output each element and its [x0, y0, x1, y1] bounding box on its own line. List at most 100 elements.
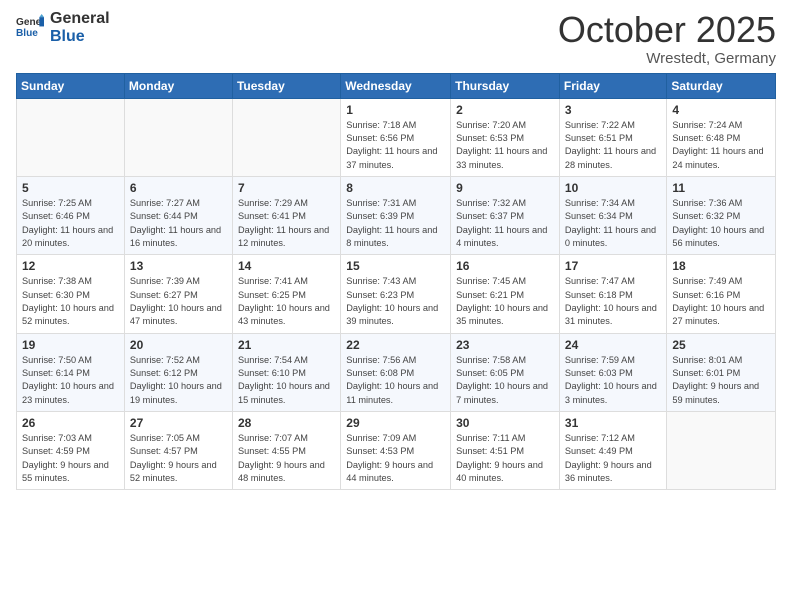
day-info: Sunrise: 7:31 AM Sunset: 6:39 PM Dayligh…	[346, 197, 445, 250]
calendar-day-cell: 28 Sunrise: 7:07 AM Sunset: 4:55 PM Dayli…	[232, 412, 340, 490]
calendar-day-cell: 9Sunrise: 7:32 AM Sunset: 6:37 PM Daylig…	[451, 176, 560, 254]
day-info: Sunrise: 7:38 AM Sunset: 6:30 PM Dayligh…	[22, 275, 119, 328]
col-wednesday: Wednesday	[341, 73, 451, 98]
day-number: 31	[565, 416, 661, 430]
day-info: Sunrise: 7:05 AM Sunset: 4:57 PM Dayligh…	[130, 432, 227, 485]
logo: General Blue General Blue	[16, 10, 110, 45]
calendar-week-row: 19 Sunrise: 7:50 AM Sunset: 6:14 PM Dayli…	[17, 333, 776, 411]
col-monday: Monday	[124, 73, 232, 98]
day-info: Sunrise: 7:59 AM Sunset: 6:03 PM Dayligh…	[565, 354, 661, 407]
day-info: Sunrise: 7:45 AM Sunset: 6:21 PM Dayligh…	[456, 275, 554, 328]
day-info: Sunrise: 7:49 AM Sunset: 6:16 PM Dayligh…	[672, 275, 770, 328]
day-info: Sunrise: 7:29 AM Sunset: 6:41 PM Dayligh…	[238, 197, 335, 250]
logo-icon: General Blue	[16, 14, 44, 42]
svg-text:Blue: Blue	[16, 27, 38, 38]
day-number: 4	[672, 103, 770, 117]
calendar-day-cell: 6 Sunrise: 7:27 AM Sunset: 6:44 PM Daylig…	[124, 176, 232, 254]
day-number: 30	[456, 416, 554, 430]
day-number: 11	[672, 181, 770, 195]
day-number: 16	[456, 259, 554, 273]
logo-blue-text: Blue	[50, 28, 110, 46]
day-number: 6	[130, 181, 227, 195]
calendar-week-row: 1Sunrise: 7:18 AM Sunset: 6:56 PM Daylig…	[17, 98, 776, 176]
calendar-week-row: 26Sunrise: 7:03 AM Sunset: 4:59 PM Dayli…	[17, 412, 776, 490]
day-number: 19	[22, 338, 119, 352]
calendar-day-cell	[232, 98, 340, 176]
day-number: 27	[130, 416, 227, 430]
col-tuesday: Tuesday	[232, 73, 340, 98]
calendar-day-cell: 13 Sunrise: 7:39 AM Sunset: 6:27 PM Dayli…	[124, 255, 232, 333]
calendar-day-cell: 7 Sunrise: 7:29 AM Sunset: 6:41 PM Daylig…	[232, 176, 340, 254]
page: General Blue General Blue October 2025 W…	[0, 0, 792, 612]
calendar-day-cell: 18 Sunrise: 7:49 AM Sunset: 6:16 PM Dayli…	[667, 255, 776, 333]
day-number: 15	[346, 259, 445, 273]
calendar-day-cell: 31 Sunrise: 7:12 AM Sunset: 4:49 PM Dayli…	[559, 412, 666, 490]
calendar-day-cell: 3Sunrise: 7:22 AM Sunset: 6:51 PM Daylig…	[559, 98, 666, 176]
day-number: 23	[456, 338, 554, 352]
day-info: Sunrise: 7:11 AM Sunset: 4:51 PM Dayligh…	[456, 432, 554, 485]
calendar-body: 1Sunrise: 7:18 AM Sunset: 6:56 PM Daylig…	[17, 98, 776, 490]
calendar-week-row: 5Sunrise: 7:25 AM Sunset: 6:46 PM Daylig…	[17, 176, 776, 254]
day-info: Sunrise: 7:12 AM Sunset: 4:49 PM Dayligh…	[565, 432, 661, 485]
day-number: 10	[565, 181, 661, 195]
day-number: 18	[672, 259, 770, 273]
col-friday: Friday	[559, 73, 666, 98]
day-number: 13	[130, 259, 227, 273]
calendar-week-row: 12Sunrise: 7:38 AM Sunset: 6:30 PM Dayli…	[17, 255, 776, 333]
day-number: 14	[238, 259, 335, 273]
calendar-day-cell: 5Sunrise: 7:25 AM Sunset: 6:46 PM Daylig…	[17, 176, 125, 254]
header: General Blue General Blue October 2025 W…	[16, 10, 776, 67]
calendar-day-cell: 23 Sunrise: 7:58 AM Sunset: 6:05 PM Dayli…	[451, 333, 560, 411]
day-number: 1	[346, 103, 445, 117]
day-info: Sunrise: 7:27 AM Sunset: 6:44 PM Dayligh…	[130, 197, 227, 250]
day-number: 24	[565, 338, 661, 352]
calendar-day-cell: 17Sunrise: 7:47 AM Sunset: 6:18 PM Dayli…	[559, 255, 666, 333]
day-number: 5	[22, 181, 119, 195]
day-info: Sunrise: 7:39 AM Sunset: 6:27 PM Dayligh…	[130, 275, 227, 328]
calendar-day-cell: 11 Sunrise: 7:36 AM Sunset: 6:32 PM Dayli…	[667, 176, 776, 254]
title-block: October 2025 Wrestedt, Germany	[558, 10, 776, 67]
calendar-header-row: Sunday Monday Tuesday Wednesday Thursday…	[17, 73, 776, 98]
day-info: Sunrise: 7:58 AM Sunset: 6:05 PM Dayligh…	[456, 354, 554, 407]
day-info: Sunrise: 7:41 AM Sunset: 6:25 PM Dayligh…	[238, 275, 335, 328]
logo-general-text: General	[50, 10, 110, 28]
calendar-day-cell: 30 Sunrise: 7:11 AM Sunset: 4:51 PM Dayli…	[451, 412, 560, 490]
calendar-day-cell	[124, 98, 232, 176]
day-number: 20	[130, 338, 227, 352]
calendar-day-cell: 20 Sunrise: 7:52 AM Sunset: 6:12 PM Dayli…	[124, 333, 232, 411]
day-number: 8	[346, 181, 445, 195]
calendar-day-cell: 10Sunrise: 7:34 AM Sunset: 6:34 PM Dayli…	[559, 176, 666, 254]
day-info: Sunrise: 7:52 AM Sunset: 6:12 PM Dayligh…	[130, 354, 227, 407]
calendar-day-cell: 25 Sunrise: 8:01 AM Sunset: 6:01 PM Dayli…	[667, 333, 776, 411]
day-info: Sunrise: 7:03 AM Sunset: 4:59 PM Dayligh…	[22, 432, 119, 485]
calendar-day-cell: 26Sunrise: 7:03 AM Sunset: 4:59 PM Dayli…	[17, 412, 125, 490]
calendar-day-cell: 1Sunrise: 7:18 AM Sunset: 6:56 PM Daylig…	[341, 98, 451, 176]
day-info: Sunrise: 7:07 AM Sunset: 4:55 PM Dayligh…	[238, 432, 335, 485]
calendar-day-cell: 14 Sunrise: 7:41 AM Sunset: 6:25 PM Dayli…	[232, 255, 340, 333]
day-info: Sunrise: 7:56 AM Sunset: 6:08 PM Dayligh…	[346, 354, 445, 407]
day-info: Sunrise: 7:36 AM Sunset: 6:32 PM Dayligh…	[672, 197, 770, 250]
day-number: 7	[238, 181, 335, 195]
day-info: Sunrise: 7:24 AM Sunset: 6:48 PM Dayligh…	[672, 119, 770, 172]
day-number: 2	[456, 103, 554, 117]
calendar-day-cell: 15Sunrise: 7:43 AM Sunset: 6:23 PM Dayli…	[341, 255, 451, 333]
day-info: Sunrise: 7:50 AM Sunset: 6:14 PM Dayligh…	[22, 354, 119, 407]
day-number: 21	[238, 338, 335, 352]
calendar-day-cell: 19 Sunrise: 7:50 AM Sunset: 6:14 PM Dayli…	[17, 333, 125, 411]
col-thursday: Thursday	[451, 73, 560, 98]
day-info: Sunrise: 7:09 AM Sunset: 4:53 PM Dayligh…	[346, 432, 445, 485]
calendar-day-cell: 16 Sunrise: 7:45 AM Sunset: 6:21 PM Dayli…	[451, 255, 560, 333]
calendar-day-cell: 12Sunrise: 7:38 AM Sunset: 6:30 PM Dayli…	[17, 255, 125, 333]
day-info: Sunrise: 7:22 AM Sunset: 6:51 PM Dayligh…	[565, 119, 661, 172]
day-number: 28	[238, 416, 335, 430]
calendar-table: Sunday Monday Tuesday Wednesday Thursday…	[16, 73, 776, 491]
day-info: Sunrise: 8:01 AM Sunset: 6:01 PM Dayligh…	[672, 354, 770, 407]
calendar-day-cell	[667, 412, 776, 490]
location-subtitle: Wrestedt, Germany	[558, 50, 776, 67]
day-number: 17	[565, 259, 661, 273]
col-saturday: Saturday	[667, 73, 776, 98]
calendar-day-cell: 8 Sunrise: 7:31 AM Sunset: 6:39 PM Daylig…	[341, 176, 451, 254]
day-number: 25	[672, 338, 770, 352]
month-title: October 2025	[558, 10, 776, 50]
day-number: 22	[346, 338, 445, 352]
